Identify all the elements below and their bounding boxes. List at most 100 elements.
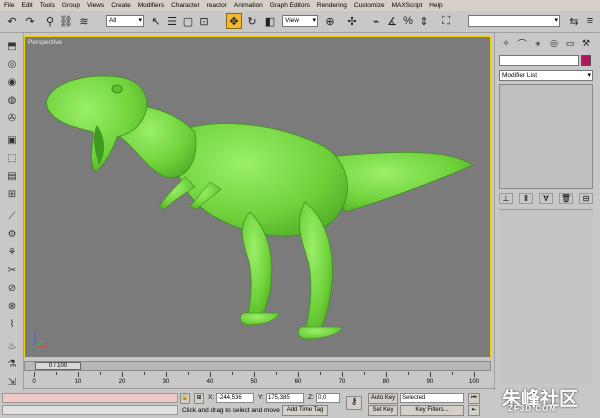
time-slider-thumb[interactable]: 0 / 100 xyxy=(35,362,81,370)
set-key-button[interactable]: Set Key xyxy=(368,405,398,416)
create-tab-icon[interactable]: ✧ xyxy=(499,36,513,50)
track-tick xyxy=(298,372,299,377)
menu-item-graph-editors[interactable]: Graph Editors xyxy=(270,2,310,9)
tool-12-icon[interactable]: ⚘ xyxy=(3,245,21,259)
angle-snap-icon[interactable]: ∡ xyxy=(384,13,400,29)
modifier-stack[interactable] xyxy=(499,84,593,189)
display-tab-icon[interactable]: ▭ xyxy=(563,36,577,50)
z-coordinate-field[interactable]: 0,0 xyxy=(316,393,340,403)
tool-8-icon[interactable]: ▤ xyxy=(3,169,21,183)
selection-region-icon[interactable]: ▢ xyxy=(180,13,196,29)
tool-9-icon[interactable]: ⊞ xyxy=(3,187,21,201)
track-tick-label: 10 xyxy=(74,379,82,385)
hierarchy-tab-icon[interactable]: ⚹ xyxy=(531,36,545,50)
absolute-mode-icon[interactable]: ⊞ xyxy=(194,393,204,404)
select-and-rotate-icon[interactable]: ↻ xyxy=(244,13,260,29)
tool-3-icon[interactable]: ◉ xyxy=(3,75,21,89)
menu-item-customize[interactable]: Customize xyxy=(354,2,385,9)
maxscript-listener[interactable] xyxy=(2,393,178,403)
x-coordinate-field[interactable]: -244,536 xyxy=(216,393,254,403)
window-crossing-icon[interactable]: ⊡ xyxy=(196,13,212,29)
snap-toggle-icon[interactable]: ⌁ xyxy=(368,13,384,29)
time-slider[interactable]: 0 / 100 xyxy=(24,361,491,371)
menu-item-help[interactable]: Help xyxy=(429,2,442,9)
tool-5-icon[interactable]: ✇ xyxy=(3,111,21,125)
pivot-center-icon[interactable]: ⊕ xyxy=(322,13,338,29)
add-time-tag-button[interactable]: Add Time Tag xyxy=(282,405,328,416)
remove-modifier-icon[interactable]: 🗑 xyxy=(559,193,573,204)
select-by-name-icon[interactable]: ☰ xyxy=(164,13,180,29)
spinner-snap-icon[interactable]: ⇕ xyxy=(416,13,432,29)
menu-item-edit[interactable]: Edit xyxy=(21,2,32,9)
show-end-result-icon[interactable]: Ⅱ xyxy=(519,193,533,204)
key-icon[interactable]: ⚷ xyxy=(346,396,362,410)
selection-filter-dropdown[interactable]: All xyxy=(106,15,144,27)
tool-11-icon[interactable]: ⚙ xyxy=(3,227,21,241)
menu-item-tools[interactable]: Tools xyxy=(40,2,55,9)
stack-buttons: ⊥ Ⅱ ∀ 🗑 ⊟ xyxy=(499,193,593,205)
z-label: Z: xyxy=(308,394,314,401)
tool-18-icon[interactable]: ⚗ xyxy=(3,357,21,371)
named-selection-set-dropdown[interactable] xyxy=(468,15,560,27)
key-mode-toggle-icon[interactable]: ⇤ xyxy=(468,405,480,416)
select-link-icon[interactable]: ⚲ xyxy=(42,13,58,29)
menu-item-animation[interactable]: Animation xyxy=(234,2,263,9)
configure-modifier-sets-icon[interactable]: ⊟ xyxy=(579,193,593,204)
select-object-icon[interactable]: ↖ xyxy=(148,13,164,29)
key-filters-button[interactable]: Key Filters... xyxy=(400,405,464,416)
menu-item-views[interactable]: Views xyxy=(87,2,104,9)
named-selection-icon[interactable]: ⛶ xyxy=(438,13,454,29)
select-and-scale-icon[interactable]: ◧ xyxy=(262,13,278,29)
menu-item-group[interactable]: Group xyxy=(62,2,80,9)
tool-7-icon[interactable]: ⬚ xyxy=(3,151,21,165)
tool-19-icon[interactable]: ⇲ xyxy=(3,375,21,389)
select-manipulate-icon[interactable]: ✣ xyxy=(344,13,360,29)
undo-icon[interactable]: ↶ xyxy=(4,13,20,29)
select-and-move-icon[interactable]: ✥ xyxy=(226,13,242,29)
modify-tab-icon[interactable]: ⌒ xyxy=(515,36,529,50)
track-bar[interactable]: 0 10 20 30 40 50 60 70 80 90 100 xyxy=(24,372,494,389)
perspective-viewport[interactable]: Perspective xyxy=(24,36,491,358)
menu-item-reactor[interactable]: reactor xyxy=(207,2,227,9)
track-tick xyxy=(144,372,145,375)
align-icon[interactable]: ≡ xyxy=(582,13,598,29)
go-to-start-icon[interactable]: ⏮ xyxy=(468,393,480,404)
utilities-tab-icon[interactable]: ⚒ xyxy=(579,36,593,50)
pin-stack-icon[interactable]: ⊥ xyxy=(499,193,513,204)
tool-15-icon[interactable]: ⊗ xyxy=(3,299,21,313)
tool-2-icon[interactable]: ◎ xyxy=(3,57,21,71)
dinosaur-model[interactable] xyxy=(25,37,491,358)
tool-14-icon[interactable]: ⊘ xyxy=(3,281,21,295)
menu-item-maxscript[interactable]: MAXScript xyxy=(392,2,423,9)
tool-16-icon[interactable]: ⌇ xyxy=(3,317,21,331)
track-tick xyxy=(276,372,277,375)
object-name-field[interactable] xyxy=(499,55,579,66)
tool-10-icon[interactable]: ⟋ xyxy=(3,209,21,223)
key-mode-dropdown[interactable]: Selected xyxy=(400,393,464,403)
modifier-list-dropdown[interactable]: Modifier List xyxy=(499,70,593,81)
mirror-icon[interactable]: ⇆ xyxy=(566,13,582,29)
tool-17-icon[interactable]: ♨ xyxy=(3,339,21,353)
lock-selection-icon[interactable]: 🔒 xyxy=(180,393,190,404)
menu-item-character[interactable]: Character xyxy=(171,2,200,9)
tool-13-icon[interactable]: ✂ xyxy=(3,263,21,277)
tool-6-icon[interactable]: ▣ xyxy=(3,133,21,147)
object-color-swatch[interactable] xyxy=(581,55,591,66)
reference-coordinate-dropdown[interactable]: View xyxy=(282,15,318,27)
menu-item-file[interactable]: File xyxy=(4,2,14,9)
redo-icon[interactable]: ↷ xyxy=(22,13,38,29)
auto-key-button[interactable]: Auto Key xyxy=(368,393,398,404)
motion-tab-icon[interactable]: ◎ xyxy=(547,36,561,50)
menu-item-rendering[interactable]: Rendering xyxy=(317,2,347,9)
tool-1-icon[interactable]: ⬒ xyxy=(3,39,21,53)
bind-space-warp-icon[interactable]: ≋ xyxy=(76,13,92,29)
percent-snap-icon[interactable]: % xyxy=(400,13,416,29)
unlink-icon[interactable]: ⛓ xyxy=(58,13,74,29)
menu-item-create[interactable]: Create xyxy=(111,2,131,9)
menu-item-modifiers[interactable]: Modifiers xyxy=(138,2,164,9)
y-coordinate-field[interactable]: 175,385 xyxy=(266,393,304,403)
make-unique-icon[interactable]: ∀ xyxy=(539,193,553,204)
tool-4-icon[interactable]: ◍ xyxy=(3,93,21,107)
track-tick xyxy=(100,372,101,375)
parameters-rollout xyxy=(499,209,593,384)
